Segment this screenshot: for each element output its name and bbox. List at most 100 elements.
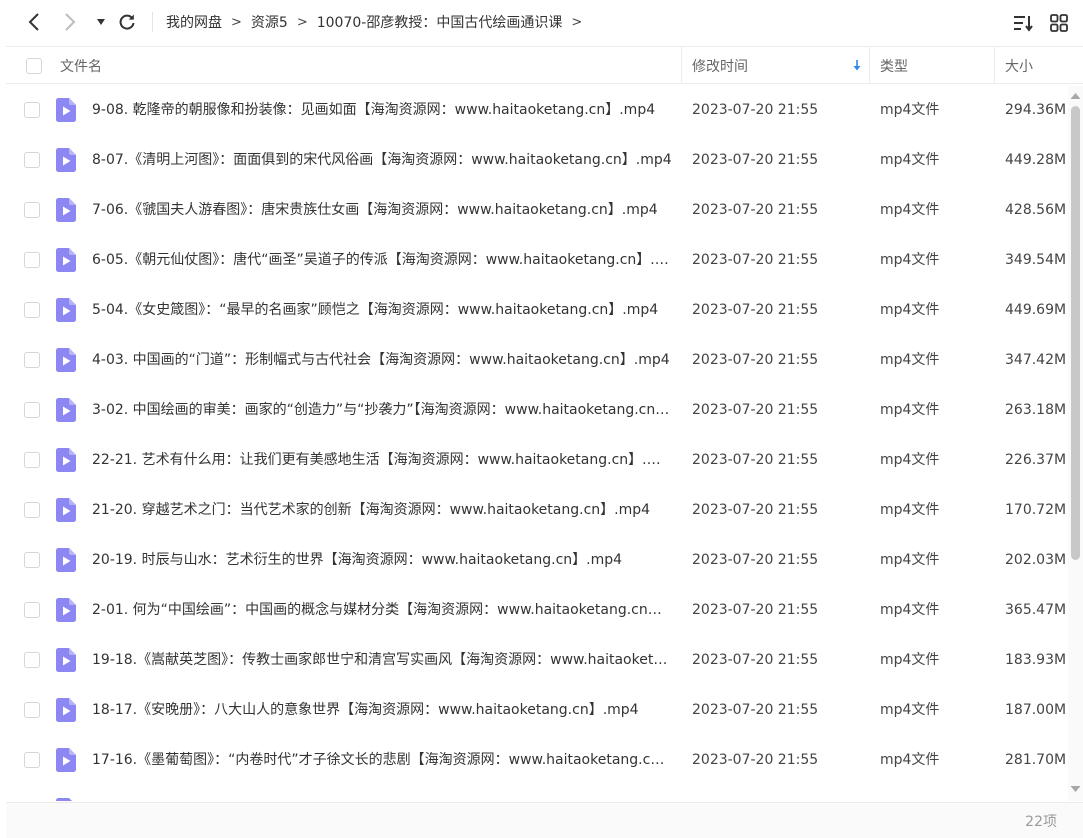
scroll-up-button[interactable] — [1070, 90, 1081, 102]
refresh-icon — [119, 14, 135, 30]
row-checkbox[interactable] — [24, 152, 40, 168]
file-name[interactable]: 7-06.《虢国夫人游春图》：唐宋贵族仕女画【海淘资源网：www.haitaok… — [92, 185, 672, 235]
file-name[interactable]: 18-17.《安晚册》：八大山人的意象世界【海淘资源网：www.haitaoke… — [92, 685, 672, 735]
column-divider[interactable] — [994, 47, 995, 84]
column-header-modified[interactable]: 修改时间 — [692, 47, 862, 84]
row-checkbox[interactable] — [24, 602, 40, 618]
file-modified-time: 2023-07-20 21:55 — [692, 452, 819, 468]
column-divider[interactable] — [869, 47, 870, 84]
file-type: mp4文件 — [880, 552, 940, 568]
row-checkbox[interactable] — [24, 702, 40, 718]
row-checkbox[interactable] — [24, 352, 40, 368]
breadcrumb: 我的网盘 > 资源5 > 10070-邵彦教授：中国古代绘画通识课 > — [166, 0, 591, 44]
select-all-checkbox[interactable] — [26, 57, 42, 74]
file-row[interactable]: 19-18.《嵩献英芝图》：传教士画家郎世宁和清宫写实画风【海淘资源网：www.… — [6, 635, 1068, 685]
row-checkbox[interactable] — [24, 552, 40, 568]
file-row[interactable]: 20-19. 时辰与山水：艺术衍生的世界【海淘资源网：www.haitaoket… — [6, 535, 1068, 585]
column-header: 文件名 修改时间 类型 大小 — [6, 46, 1083, 84]
caret-up-icon — [1070, 93, 1081, 99]
file-size: 347.42M — [1005, 352, 1067, 368]
column-divider[interactable] — [681, 47, 682, 84]
video-file-icon — [56, 598, 76, 622]
refresh-button[interactable] — [116, 10, 138, 34]
file-size: 449.28M — [1005, 152, 1067, 168]
file-modified-time: 2023-07-20 21:55 — [692, 252, 819, 268]
toolbar-divider — [152, 12, 153, 32]
history-dropdown-button[interactable] — [94, 10, 108, 34]
file-type: mp4文件 — [880, 302, 940, 318]
file-modified-time: 2023-07-20 21:55 — [692, 652, 819, 668]
video-file-icon — [56, 498, 76, 522]
file-size: 202.03M — [1005, 552, 1067, 568]
sort-list-icon — [1014, 16, 1033, 32]
file-size: 226.37M — [1005, 452, 1067, 468]
file-row[interactable]: 17-16.《墨葡萄图》：“内卷时代”才子徐文长的悲剧【海淘资源网：www.ha… — [6, 735, 1068, 785]
file-size: 365.47M — [1005, 602, 1067, 618]
file-name[interactable]: 21-20. 穿越艺术之门：当代艺术家的创新【海淘资源网：www.haitaok… — [92, 485, 672, 535]
video-file-icon — [56, 198, 76, 222]
file-size: 428.56M — [1005, 202, 1067, 218]
file-name[interactable]: 3-02. 中国绘画的审美：画家的“创造力”与“抄袭力”【海淘资源网：www.h… — [92, 385, 672, 435]
video-file-icon — [56, 148, 76, 172]
video-file-icon — [56, 698, 76, 722]
file-name[interactable]: 2-01. 何为“中国绘画”：中国画的概念与媒材分类【海淘资源网：www.hai… — [92, 585, 672, 635]
column-header-type[interactable]: 类型 — [880, 47, 908, 84]
grid-view-button[interactable] — [1048, 12, 1070, 34]
back-button[interactable] — [24, 10, 44, 34]
file-row[interactable]: 4-03. 中国画的“门道”：形制幅式与古代社会【海淘资源网：www.haita… — [6, 335, 1068, 385]
column-header-name[interactable]: 文件名 — [60, 47, 102, 84]
file-type: mp4文件 — [880, 502, 940, 518]
breadcrumb-expand-arrow[interactable]: > — [571, 15, 582, 30]
file-size: 263.18M — [1005, 402, 1067, 418]
file-row[interactable]: 3-02. 中国绘画的审美：画家的“创造力”与“抄袭力”【海淘资源网：www.h… — [6, 385, 1068, 435]
file-row[interactable]: 2-01. 何为“中国绘画”：中国画的概念与媒材分类【海淘资源网：www.hai… — [6, 585, 1068, 635]
file-row[interactable]: 18-17.《安晚册》：八大山人的意象世界【海淘资源网：www.haitaoke… — [6, 685, 1068, 735]
file-name[interactable]: 9-08. 乾隆帝的朝服像和扮装像：见画如面【海淘资源网：www.haitaok… — [92, 85, 672, 135]
file-modified-time: 2023-07-20 21:55 — [692, 502, 819, 518]
file-row[interactable]: 6-05.《朝元仙仗图》：唐代“画圣”吴道子的传派【海淘资源网：www.hait… — [6, 235, 1068, 285]
file-name[interactable]: 20-19. 时辰与山水：艺术衍生的世界【海淘资源网：www.haitaoket… — [92, 535, 672, 585]
file-modified-time: 2023-07-20 21:55 — [692, 702, 819, 718]
row-checkbox[interactable] — [24, 452, 40, 468]
row-checkbox[interactable] — [24, 252, 40, 268]
file-modified-time: 2023-07-20 21:55 — [692, 152, 819, 168]
vertical-scrollbar[interactable] — [1068, 86, 1083, 801]
column-header-size[interactable]: 大小 — [1005, 47, 1033, 84]
breadcrumb-item-folder[interactable]: 资源5 — [251, 12, 288, 32]
video-file-icon — [56, 348, 76, 372]
file-name[interactable]: 8-07.《清明上河图》：面面俱到的宋代风俗画【海淘资源网：www.haitao… — [92, 135, 672, 185]
file-type: mp4文件 — [880, 452, 940, 468]
file-name[interactable]: 19-18.《嵩献英芝图》：传教士画家郎世宁和清宫写实画风【海淘资源网：www.… — [92, 635, 672, 685]
file-name[interactable]: 22-21. 艺术有什么用：让我们更有美感地生活【海淘资源网：www.haita… — [92, 435, 672, 485]
forward-button[interactable] — [60, 10, 80, 34]
video-file-icon — [56, 398, 76, 422]
file-row[interactable]: 21-20. 穿越艺术之门：当代艺术家的创新【海淘资源网：www.haitaok… — [6, 485, 1068, 535]
row-checkbox[interactable] — [24, 752, 40, 768]
row-checkbox[interactable] — [24, 102, 40, 118]
toolbar: 我的网盘 > 资源5 > 10070-邵彦教授：中国古代绘画通识课 > — [0, 0, 1083, 44]
scroll-down-button[interactable] — [1070, 783, 1081, 795]
file-name[interactable]: 4-03. 中国画的“门道”：形制幅式与古代社会【海淘资源网：www.haita… — [92, 335, 672, 385]
file-type: mp4文件 — [880, 252, 940, 268]
row-checkbox[interactable] — [24, 502, 40, 518]
file-name[interactable]: 5-04.《女史箴图》：“最早的名画家”顾恺之【海淘资源网：www.haitao… — [92, 285, 672, 335]
file-size: 170.72M — [1005, 502, 1067, 518]
breadcrumb-item-root[interactable]: 我的网盘 — [166, 12, 222, 32]
row-checkbox[interactable] — [24, 402, 40, 418]
file-name[interactable]: 6-05.《朝元仙仗图》：唐代“画圣”吴道子的传派【海淘资源网：www.hait… — [92, 235, 672, 285]
file-modified-time: 2023-07-20 21:55 — [692, 352, 819, 368]
file-row[interactable]: 22-21. 艺术有什么用：让我们更有美感地生活【海淘资源网：www.haita… — [6, 435, 1068, 485]
file-row[interactable]: 9-08. 乾隆帝的朝服像和扮装像：见画如面【海淘资源网：www.haitaok… — [6, 85, 1068, 135]
row-checkbox[interactable] — [24, 652, 40, 668]
row-checkbox[interactable] — [24, 302, 40, 318]
file-type: mp4文件 — [880, 602, 940, 618]
file-row[interactable]: 5-04.《女史箴图》：“最早的名画家”顾恺之【海淘资源网：www.haitao… — [6, 285, 1068, 335]
file-name[interactable]: 17-16.《墨葡萄图》：“内卷时代”才子徐文长的悲剧【海淘资源网：www.ha… — [92, 735, 672, 785]
file-row[interactable]: 7-06.《虢国夫人游春图》：唐宋贵族仕女画【海淘资源网：www.haitaok… — [6, 185, 1068, 235]
video-file-icon — [56, 98, 76, 122]
row-checkbox[interactable] — [24, 202, 40, 218]
sort-button[interactable] — [1012, 12, 1034, 34]
file-row[interactable]: 8-07.《清明上河图》：面面俱到的宋代风俗画【海淘资源网：www.haitao… — [6, 135, 1068, 185]
scroll-thumb[interactable] — [1071, 106, 1080, 560]
breadcrumb-item-current[interactable]: 10070-邵彦教授：中国古代绘画通识课 — [317, 12, 563, 32]
